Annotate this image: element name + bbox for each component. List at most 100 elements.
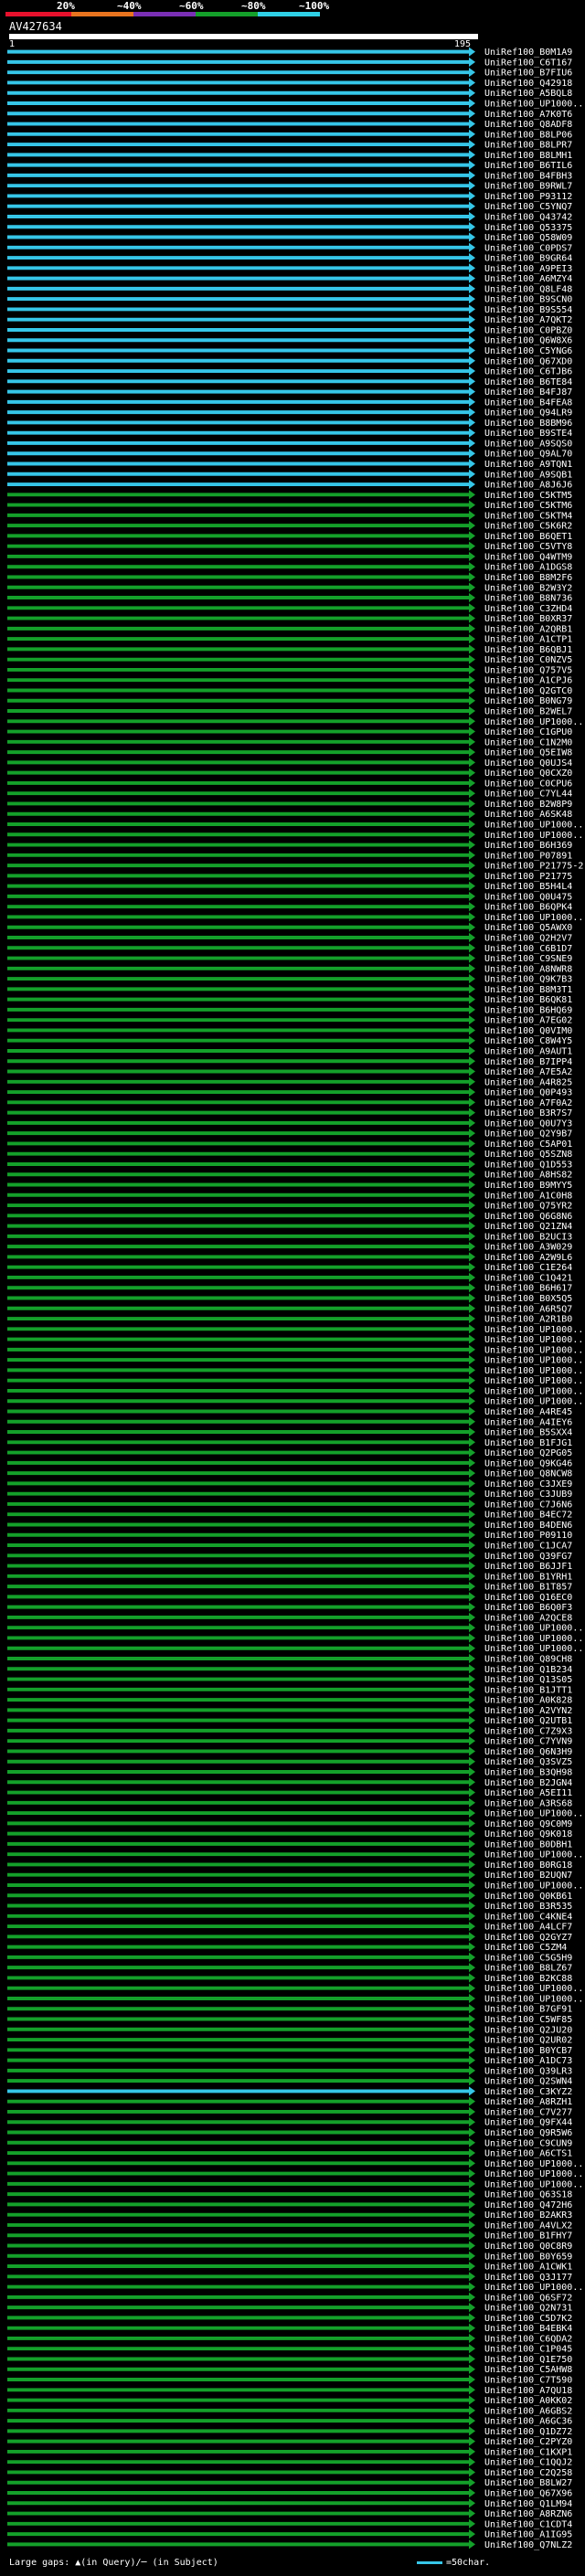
hit-row[interactable]: UniRef100_UP1000.. — [7, 1880, 583, 1892]
hit-label[interactable]: UniRef100_A7F0A2 — [484, 1098, 572, 1108]
hit-row[interactable]: UniRef100_A6SK48 — [7, 809, 572, 821]
hit-label[interactable]: UniRef100_C5ZM4 — [484, 1943, 567, 1953]
hit-label[interactable]: UniRef100_B6HQ69 — [484, 1005, 572, 1015]
hit-row[interactable]: UniRef100_A7QU18 — [7, 2385, 572, 2396]
hit-label[interactable]: UniRef100_C9CUN9 — [484, 2138, 572, 2148]
hit-label[interactable]: UniRef100_C8W4Y5 — [484, 1036, 572, 1046]
hit-label[interactable]: UniRef100_UP1000.. — [484, 2169, 583, 2179]
hit-label[interactable]: UniRef100_Q2GYZ7 — [484, 1933, 572, 1943]
hit-row[interactable]: UniRef100_B1T857 — [7, 1582, 572, 1593]
hit-label[interactable]: UniRef100_B7GF91 — [484, 2005, 572, 2015]
hit-row[interactable]: UniRef100_C3ZHD4 — [7, 603, 572, 614]
hit-row[interactable]: UniRef100_A8HS82 — [7, 1170, 572, 1181]
hit-label[interactable]: UniRef100_Q9KG46 — [484, 1458, 572, 1468]
hit-label[interactable]: UniRef100_C3KYZ2 — [484, 2087, 572, 2097]
hit-row[interactable]: UniRef100_C5AHW8 — [7, 2364, 572, 2376]
hit-row[interactable]: UniRef100_A5BQL8 — [7, 88, 572, 100]
hit-row[interactable]: UniRef100_C5G5H9 — [7, 1952, 572, 1964]
hit-row[interactable]: UniRef100_B8LMH1 — [7, 150, 572, 161]
hit-label[interactable]: UniRef100_Q58W09 — [484, 233, 572, 243]
hit-label[interactable]: UniRef100_Q2H2V7 — [484, 933, 572, 943]
hit-row[interactable]: UniRef100_A4IEY6 — [7, 1416, 572, 1428]
hit-label[interactable]: UniRef100_B9RWL7 — [484, 182, 572, 192]
hit-label[interactable]: UniRef100_B9MYY5 — [484, 1181, 572, 1191]
hit-label[interactable]: UniRef100_B8LP06 — [484, 130, 572, 140]
hit-label[interactable]: UniRef100_A4IEY6 — [484, 1417, 572, 1427]
hit-row[interactable]: UniRef100_Q0P493 — [7, 1087, 572, 1098]
hit-row[interactable]: UniRef100_C6QDA2 — [7, 2333, 572, 2345]
hit-row[interactable]: UniRef100_UP1000.. — [7, 830, 583, 841]
hit-label[interactable]: UniRef100_UP1000.. — [484, 1397, 583, 1407]
hit-label[interactable]: UniRef100_Q6N3H9 — [484, 1747, 572, 1757]
hit-label[interactable]: UniRef100_A7EG02 — [484, 1016, 572, 1026]
hit-row[interactable]: UniRef100_B3R7S7 — [7, 1108, 572, 1119]
hit-row[interactable]: UniRef100_A9TQN1 — [7, 459, 572, 470]
hit-label[interactable]: UniRef100_B7FIU6 — [484, 69, 572, 79]
hit-row[interactable]: UniRef100_A3RS68 — [7, 1797, 572, 1809]
hit-label[interactable]: UniRef100_C2Q258 — [484, 2468, 572, 2478]
hit-row[interactable]: UniRef100_C0PBZ0 — [7, 324, 572, 336]
hit-row[interactable]: UniRef100_Q63S18 — [7, 2189, 572, 2200]
hit-row[interactable]: UniRef100_Q2GTC0 — [7, 685, 572, 696]
hit-label[interactable]: UniRef100_Q8NCW8 — [484, 1469, 572, 1479]
hit-label[interactable]: UniRef100_A3RS68 — [484, 1798, 572, 1808]
hit-row[interactable]: UniRef100_C1GPU0 — [7, 726, 572, 737]
hit-label[interactable]: UniRef100_B0XR37 — [484, 614, 572, 624]
hit-label[interactable]: UniRef100_B6Q0F3 — [484, 1603, 572, 1613]
hit-label[interactable]: UniRef100_B2KC88 — [484, 1974, 572, 1984]
hit-label[interactable]: UniRef100_UP1000.. — [484, 2159, 583, 2169]
hit-row[interactable]: UniRef100_Q94LR9 — [7, 408, 572, 419]
hit-label[interactable]: UniRef100_C7Z9X3 — [484, 1726, 572, 1736]
hit-label[interactable]: UniRef100_Q0KB61 — [484, 1892, 572, 1902]
hit-row[interactable]: UniRef100_A3W029 — [7, 1242, 572, 1253]
hit-label[interactable]: UniRef100_Q1B234 — [484, 1665, 572, 1675]
hit-row[interactable]: UniRef100_B5H4L4 — [7, 881, 572, 893]
hit-row[interactable]: UniRef100_B6H369 — [7, 840, 572, 851]
hit-row[interactable]: UniRef100_B6TIL6 — [7, 160, 572, 172]
hit-row[interactable]: UniRef100_Q8NCW8 — [7, 1468, 572, 1479]
hit-row[interactable]: UniRef100_B9STE4 — [7, 428, 572, 440]
hit-row[interactable]: UniRef100_A2W9L6 — [7, 1252, 572, 1263]
hit-label[interactable]: UniRef100_C3ZHD4 — [484, 604, 572, 614]
hit-label[interactable]: UniRef100_C5KTM6 — [484, 501, 572, 511]
hit-row[interactable]: UniRef100_C5AP01 — [7, 1139, 572, 1150]
hit-row[interactable]: UniRef100_C1QQJ2 — [7, 2457, 572, 2468]
hit-row[interactable]: UniRef100_C5KTM5 — [7, 490, 572, 501]
hit-row[interactable]: UniRef100_A8NWR8 — [7, 963, 572, 975]
hit-row[interactable]: UniRef100_B3QH98 — [7, 1766, 572, 1778]
hit-label[interactable]: UniRef100_B5H4L4 — [484, 882, 572, 892]
hit-row[interactable]: UniRef100_Q2N731 — [7, 2303, 572, 2314]
hit-label[interactable]: UniRef100_C1KXP1 — [484, 2447, 572, 2457]
hit-row[interactable]: UniRef100_Q75YR2 — [7, 1200, 572, 1212]
hit-label[interactable]: UniRef100_B0RG18 — [484, 1860, 572, 1871]
hit-row[interactable]: UniRef100_B8M3T1 — [7, 984, 572, 995]
hit-row[interactable]: UniRef100_Q9R5W6 — [7, 2127, 572, 2138]
hit-label[interactable]: UniRef100_Q75YR2 — [484, 1202, 572, 1212]
hit-label[interactable]: UniRef100_Q63S18 — [484, 2190, 572, 2200]
hit-row[interactable]: UniRef100_B0RG18 — [7, 1860, 572, 1871]
hit-label[interactable]: UniRef100_B0NG79 — [484, 696, 572, 706]
hit-label[interactable]: UniRef100_UP1000.. — [484, 1335, 583, 1345]
hit-row[interactable]: UniRef100_C7J6N6 — [7, 1499, 572, 1511]
hit-label[interactable]: UniRef100_Q757V5 — [484, 665, 572, 675]
hit-row[interactable]: UniRef100_Q5EIW8 — [7, 747, 572, 758]
hit-row[interactable]: UniRef100_C5WF85 — [7, 2014, 572, 2025]
hit-label[interactable]: UniRef100_Q472H6 — [484, 2200, 572, 2210]
hit-row[interactable]: UniRef100_B6H617 — [7, 1283, 572, 1294]
hit-row[interactable]: UniRef100_Q3SVZ5 — [7, 1756, 572, 1768]
hit-label[interactable]: UniRef100_A8NWR8 — [484, 964, 572, 974]
hit-row[interactable]: UniRef100_C5D7K2 — [7, 2313, 572, 2324]
hit-row[interactable]: UniRef100_B8LZ67 — [7, 1963, 572, 1974]
hit-row[interactable]: UniRef100_A6CTS1 — [7, 2147, 572, 2159]
hit-label[interactable]: UniRef100_UP1000.. — [484, 1984, 583, 1994]
hit-row[interactable]: UniRef100_UP1000.. — [7, 819, 583, 831]
hit-label[interactable]: UniRef100_C5AP01 — [484, 1140, 572, 1150]
hit-row[interactable]: UniRef100_A2QCE8 — [7, 1612, 572, 1624]
hit-row[interactable]: UniRef100_Q0C8R9 — [7, 2241, 572, 2252]
hit-row[interactable]: UniRef100_B0NG79 — [7, 695, 572, 707]
hit-row[interactable]: UniRef100_B2WEL7 — [7, 705, 572, 717]
hit-row[interactable]: UniRef100_C5ZM4 — [7, 1942, 567, 1954]
hit-label[interactable]: UniRef100_UP1000.. — [484, 99, 583, 109]
hit-label[interactable]: UniRef100_Q9AL70 — [484, 450, 572, 460]
hit-row[interactable]: UniRef100_Q0UJS4 — [7, 758, 572, 769]
